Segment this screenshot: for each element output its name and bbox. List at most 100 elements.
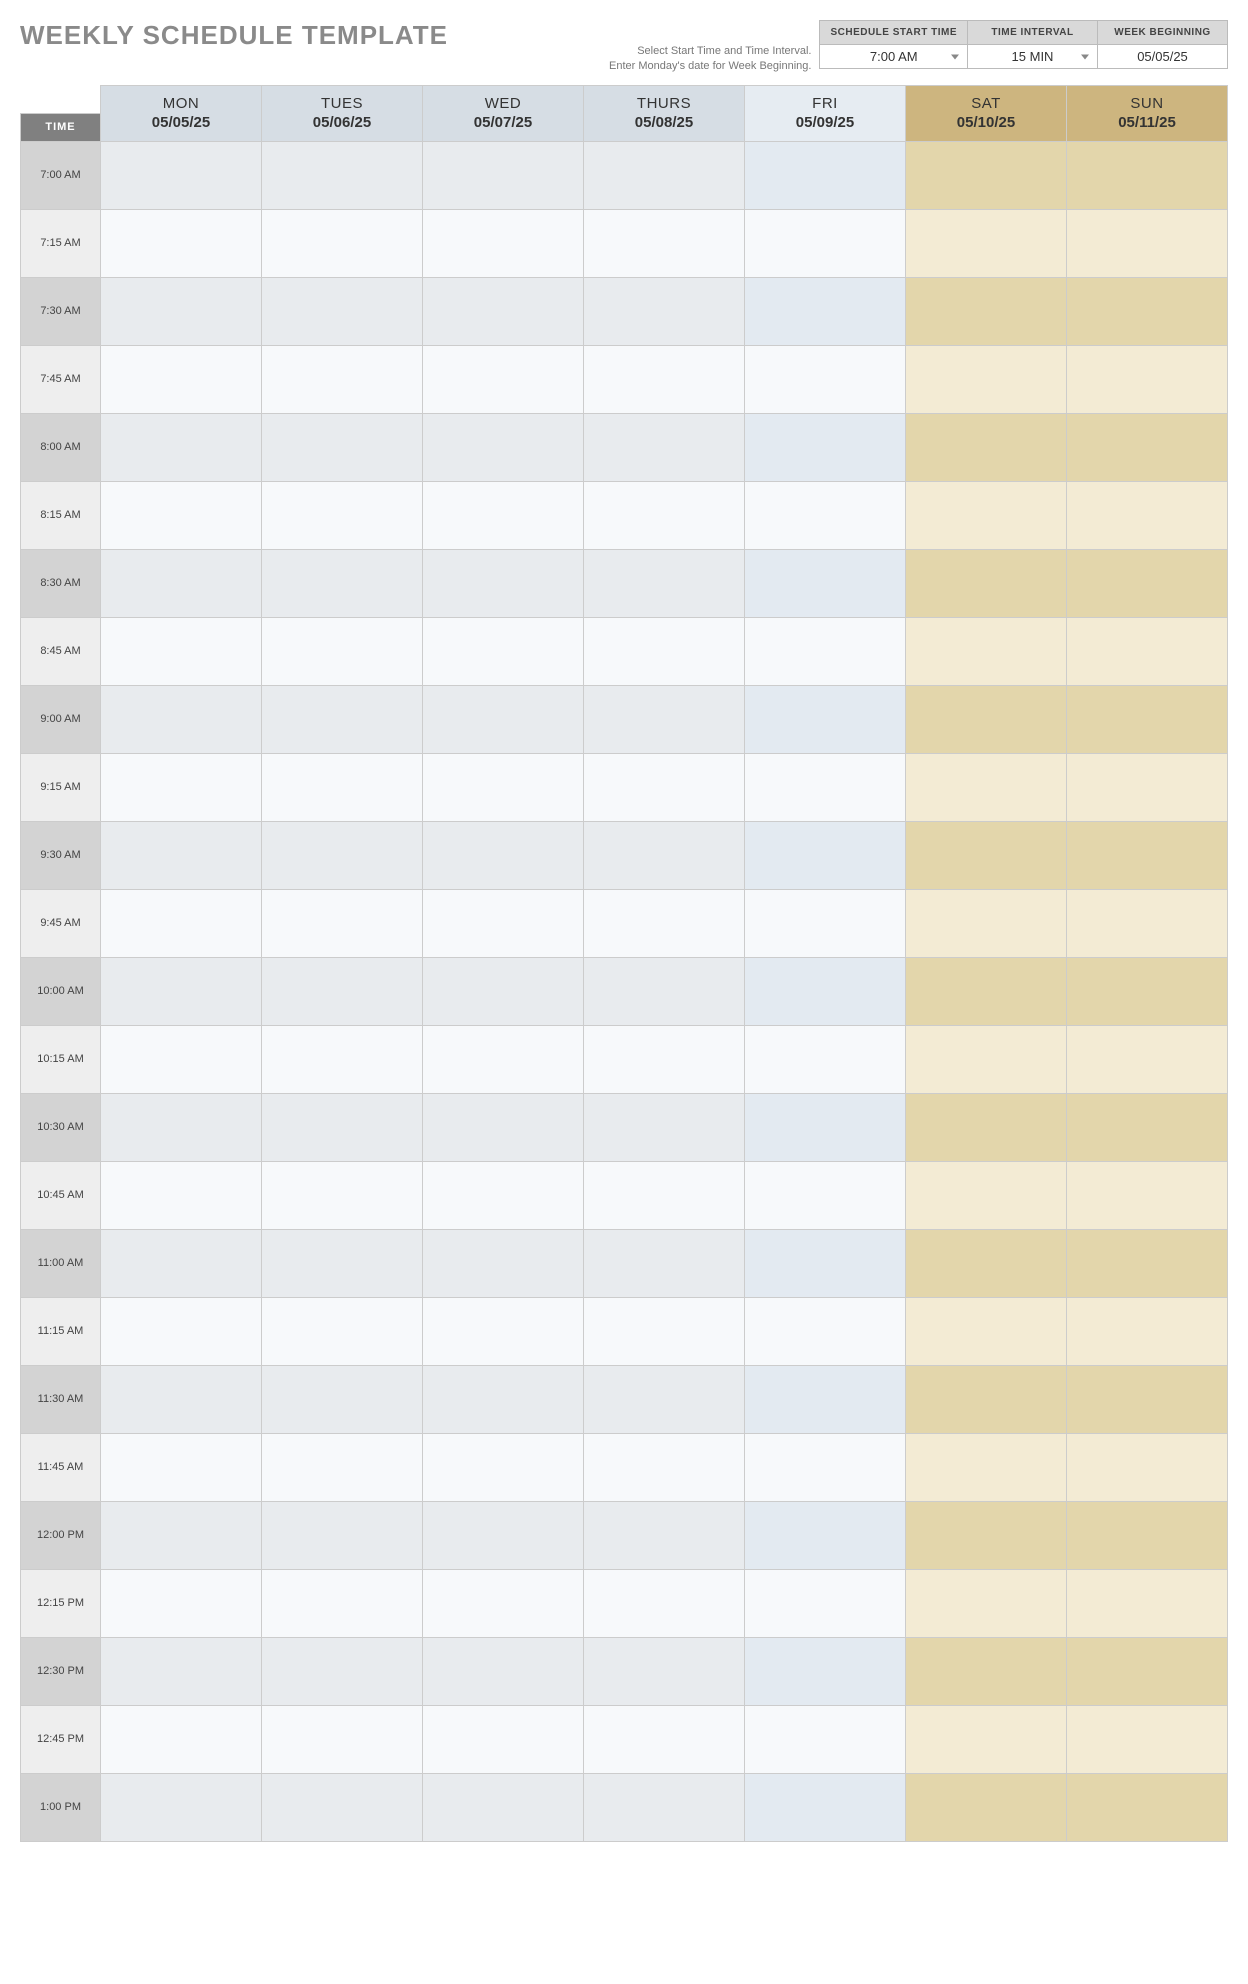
schedule-cell[interactable] [423,1365,584,1433]
schedule-cell[interactable] [745,481,906,549]
schedule-cell[interactable] [906,1569,1067,1637]
schedule-cell[interactable] [262,345,423,413]
schedule-cell[interactable] [1067,1637,1228,1705]
schedule-cell[interactable] [423,141,584,209]
schedule-cell[interactable] [906,549,1067,617]
schedule-cell[interactable] [423,889,584,957]
schedule-cell[interactable] [584,1705,745,1773]
schedule-cell[interactable] [745,413,906,481]
schedule-cell[interactable] [906,1161,1067,1229]
schedule-cell[interactable] [262,209,423,277]
schedule-cell[interactable] [584,889,745,957]
schedule-cell[interactable] [1067,1161,1228,1229]
schedule-cell[interactable] [101,1025,262,1093]
schedule-cell[interactable] [262,549,423,617]
schedule-cell[interactable] [584,1297,745,1365]
schedule-cell[interactable] [1067,345,1228,413]
schedule-cell[interactable] [906,1705,1067,1773]
schedule-cell[interactable] [1067,1365,1228,1433]
schedule-cell[interactable] [745,1025,906,1093]
schedule-cell[interactable] [262,1093,423,1161]
schedule-cell[interactable] [584,1365,745,1433]
schedule-cell[interactable] [584,141,745,209]
schedule-cell[interactable] [1067,549,1228,617]
schedule-cell[interactable] [423,1773,584,1841]
schedule-cell[interactable] [745,821,906,889]
schedule-cell[interactable] [745,1501,906,1569]
schedule-cell[interactable] [423,1161,584,1229]
schedule-cell[interactable] [584,1161,745,1229]
schedule-cell[interactable] [745,957,906,1025]
schedule-cell[interactable] [906,1365,1067,1433]
schedule-cell[interactable] [584,345,745,413]
schedule-cell[interactable] [262,957,423,1025]
schedule-cell[interactable] [101,889,262,957]
schedule-cell[interactable] [584,821,745,889]
schedule-cell[interactable] [745,1433,906,1501]
schedule-cell[interactable] [906,345,1067,413]
start-time-select[interactable]: 7:00 AM [820,45,968,69]
schedule-cell[interactable] [1067,1297,1228,1365]
schedule-cell[interactable] [745,1297,906,1365]
schedule-cell[interactable] [262,1229,423,1297]
schedule-cell[interactable] [101,1637,262,1705]
schedule-cell[interactable] [584,753,745,821]
schedule-cell[interactable] [906,277,1067,345]
schedule-cell[interactable] [1067,753,1228,821]
schedule-cell[interactable] [1067,413,1228,481]
schedule-cell[interactable] [423,345,584,413]
schedule-cell[interactable] [906,1501,1067,1569]
schedule-cell[interactable] [101,1365,262,1433]
schedule-cell[interactable] [262,617,423,685]
schedule-cell[interactable] [584,481,745,549]
schedule-cell[interactable] [745,1705,906,1773]
schedule-cell[interactable] [1067,617,1228,685]
schedule-cell[interactable] [745,1365,906,1433]
schedule-cell[interactable] [1067,1433,1228,1501]
schedule-cell[interactable] [101,549,262,617]
schedule-cell[interactable] [101,1161,262,1229]
schedule-cell[interactable] [101,345,262,413]
schedule-cell[interactable] [1067,1093,1228,1161]
schedule-cell[interactable] [101,141,262,209]
schedule-cell[interactable] [423,1297,584,1365]
schedule-cell[interactable] [101,1093,262,1161]
schedule-cell[interactable] [584,1637,745,1705]
schedule-cell[interactable] [745,277,906,345]
schedule-cell[interactable] [423,685,584,753]
schedule-cell[interactable] [423,1637,584,1705]
schedule-cell[interactable] [423,957,584,1025]
schedule-cell[interactable] [1067,1773,1228,1841]
schedule-cell[interactable] [1067,1569,1228,1637]
schedule-cell[interactable] [906,685,1067,753]
schedule-cell[interactable] [262,1637,423,1705]
schedule-cell[interactable] [1067,1501,1228,1569]
schedule-cell[interactable] [423,1093,584,1161]
schedule-cell[interactable] [745,345,906,413]
schedule-cell[interactable] [101,617,262,685]
schedule-cell[interactable] [745,1093,906,1161]
schedule-cell[interactable] [423,481,584,549]
schedule-cell[interactable] [101,1705,262,1773]
schedule-cell[interactable] [745,549,906,617]
schedule-cell[interactable] [1067,277,1228,345]
interval-select[interactable]: 15 MIN [968,45,1098,69]
schedule-cell[interactable] [745,1229,906,1297]
schedule-cell[interactable] [262,685,423,753]
schedule-cell[interactable] [262,1773,423,1841]
schedule-cell[interactable] [101,753,262,821]
schedule-cell[interactable] [101,1569,262,1637]
schedule-cell[interactable] [423,549,584,617]
schedule-cell[interactable] [101,1433,262,1501]
schedule-cell[interactable] [906,141,1067,209]
schedule-cell[interactable] [101,957,262,1025]
schedule-cell[interactable] [1067,1229,1228,1297]
schedule-cell[interactable] [262,821,423,889]
schedule-cell[interactable] [262,1569,423,1637]
week-begin-input[interactable]: 05/05/25 [1098,45,1228,69]
schedule-cell[interactable] [1067,957,1228,1025]
schedule-cell[interactable] [584,277,745,345]
schedule-cell[interactable] [1067,1705,1228,1773]
schedule-cell[interactable] [101,1297,262,1365]
schedule-cell[interactable] [1067,685,1228,753]
